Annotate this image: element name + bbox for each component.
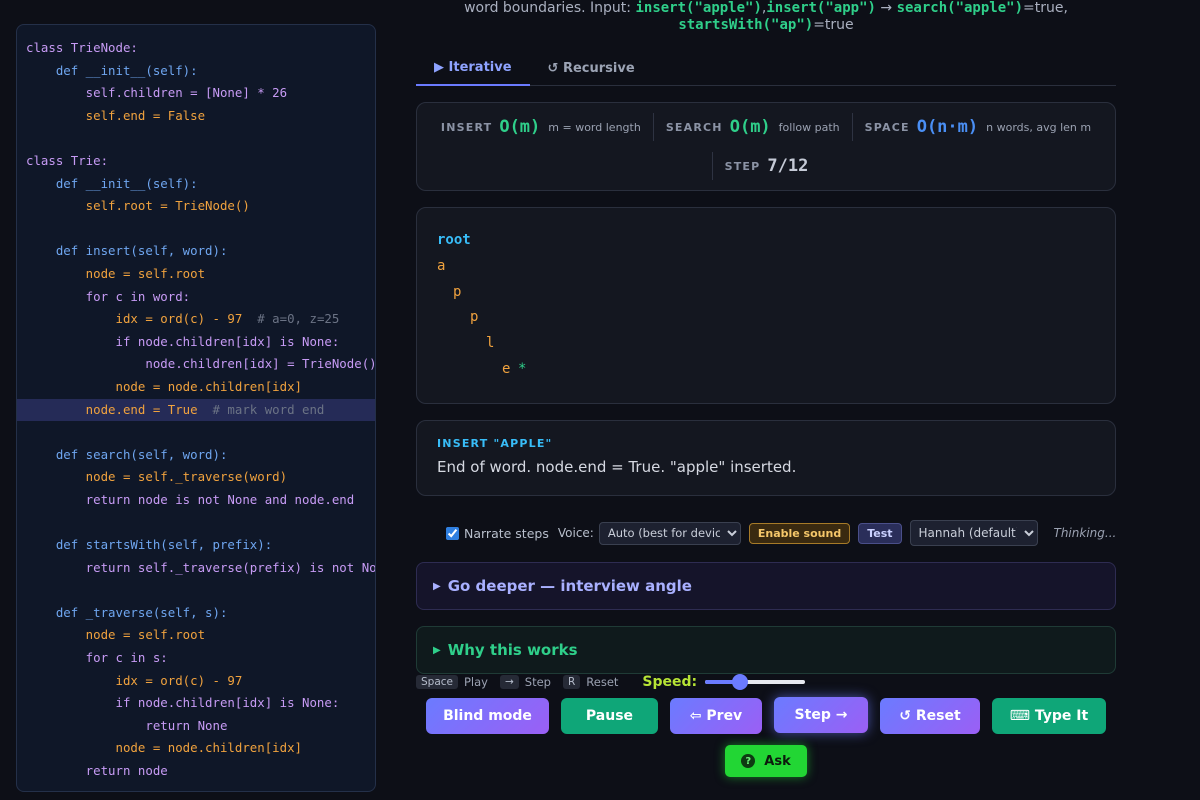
narrate-checkbox[interactable]	[446, 526, 459, 540]
thinking-indicator: Thinking...	[1053, 526, 1117, 540]
code-panel: class TrieNode: def __init__(self): self…	[16, 24, 376, 792]
step-explanation: INSERT "APPLE" End of word. node.end = T…	[416, 420, 1116, 496]
code-line: node = self.root	[26, 627, 206, 643]
step-button[interactable]: Step →	[774, 697, 868, 733]
code-line: def _traverse(self, s):	[26, 604, 228, 620]
code-line: class Trie:	[26, 152, 109, 168]
code-line: return None	[26, 717, 228, 733]
code-line: def insert(self, word):	[26, 243, 228, 259]
code-line: node = node.children[idx]	[26, 740, 303, 756]
step-value: 7/12	[767, 156, 809, 176]
code-line: node.end = True # mark word end	[17, 398, 375, 422]
go-deeper-section[interactable]: ▶ Go deeper — interview angle	[416, 562, 1116, 610]
code-line: node.children[idx] = TrieNode()	[26, 356, 375, 372]
code-line: idx = ord(c) - 97	[26, 672, 243, 688]
trie-node-p1: p	[453, 284, 462, 300]
complexity-search: SEARCH O(m) follow path	[652, 113, 852, 141]
trie-root-node: root	[437, 232, 471, 248]
code-line: return node is not None and node.end	[26, 491, 355, 507]
code-line: if node.children[idx] is None:	[26, 695, 340, 711]
why-this-works-section[interactable]: ▶ Why this works	[416, 626, 1116, 674]
reset-button[interactable]: ↺ Reset	[880, 698, 980, 734]
question-icon: ?	[741, 754, 756, 768]
trie-node-p2: p	[470, 309, 479, 325]
trie-node-l: l	[486, 335, 495, 351]
ask-button[interactable]: ? Ask	[725, 745, 807, 777]
space-complexity-value: O(n·m)	[916, 117, 979, 137]
voice-select[interactable]: Auto (best for device)	[598, 521, 741, 545]
complexity-insert: INSERT O(m) m = word length	[440, 117, 641, 137]
code-line: def __init__(self):	[26, 62, 198, 78]
code-line: for c in word:	[26, 288, 191, 304]
step-message: End of word. node.end = True. "apple" in…	[437, 458, 797, 476]
test-voice-button[interactable]: Test	[858, 522, 902, 544]
voice-name-select[interactable]: Hannah (default)	[909, 520, 1038, 546]
pause-button[interactable]: Pause	[561, 698, 658, 734]
code-line: def search(self, word):	[26, 446, 228, 462]
code-line: node = self.root	[26, 265, 206, 281]
step-counter: STEP 7/12	[711, 152, 821, 180]
trie-visualization: root a p p l e *	[416, 207, 1116, 404]
tab-recursive[interactable]: ↺ Recursive	[530, 50, 653, 86]
code-line: node = node.children[idx]	[26, 378, 303, 394]
tab-iterative[interactable]: ▶ Iterative	[416, 50, 530, 86]
code-line: node = self._traverse(word)	[26, 469, 288, 485]
search-complexity-value: O(m)	[729, 117, 771, 137]
keyboard-shortcuts: Space Play → Step R Reset Speed:	[416, 672, 806, 692]
insert-complexity-value: O(m)	[499, 117, 541, 137]
code-startswith-ap: startsWith("ap")	[678, 17, 814, 33]
code-line: return self._traverse(prefix) is not Non…	[26, 559, 375, 575]
expand-triangle-icon: ▶	[433, 580, 441, 592]
complexity-space: SPACE O(n·m) n words, avg len m	[851, 113, 1103, 141]
narrate-label: Narrate steps	[464, 525, 549, 541]
speed-label: Speed:	[642, 674, 698, 690]
code-line: def __init__(self):	[26, 175, 198, 191]
voice-label: Voice:	[557, 526, 594, 540]
code-line: for c in s:	[26, 650, 168, 666]
trie-node-e: e	[502, 361, 511, 377]
prev-button[interactable]: ⇦ Prev	[670, 698, 762, 734]
blind-mode-button[interactable]: Blind mode	[426, 698, 549, 734]
step-title: INSERT "APPLE"	[437, 437, 553, 450]
type-it-button[interactable]: ⌨ Type It	[992, 698, 1106, 734]
expand-triangle-icon: ▶	[433, 644, 441, 656]
trie-node-a: a	[437, 258, 446, 274]
task-description: word boundaries. Input: insert("apple"),…	[464, 0, 1068, 33]
mode-tabs: ▶ Iterative ↺ Recursive	[416, 50, 1116, 86]
code-insert-apple: insert("apple")	[635, 0, 762, 16]
code-line: self.root = TrieNode()	[26, 198, 250, 214]
code-line: idx = ord(c) - 97 # a=0, z=25	[26, 311, 340, 327]
word-end-marker: *	[518, 361, 527, 377]
code-line: class TrieNode:	[26, 40, 138, 55]
speed-slider[interactable]	[705, 674, 806, 690]
code-search-apple: search("apple")	[896, 0, 1024, 16]
narration-controls: Narrate steps Voice: Auto (best for devi…	[446, 520, 1116, 546]
code-line: self.end = False	[26, 107, 206, 123]
code-insert-app: insert("app")	[766, 0, 876, 16]
enable-sound-button[interactable]: Enable sound	[748, 522, 851, 544]
code-line: self.children = [None] * 26	[26, 85, 288, 101]
kbd-space: Space	[416, 675, 458, 689]
code-line: return node	[26, 763, 168, 778]
kbd-r: R	[562, 675, 581, 689]
speed-slider-thumb[interactable]	[732, 674, 749, 690]
code-line: if node.children[idx] is None:	[26, 333, 340, 349]
complexity-panel: INSERT O(m) m = word length SEARCH O(m) …	[416, 102, 1116, 191]
code-line: def startsWith(self, prefix):	[26, 537, 273, 553]
kbd-right-arrow: →	[499, 675, 519, 689]
